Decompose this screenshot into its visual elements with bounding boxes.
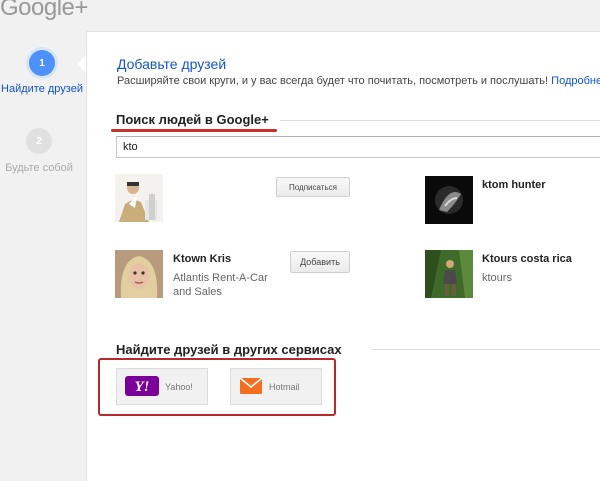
subtitle-text: Расширяйте свои круги, и у вас всегда бу…	[117, 75, 549, 87]
services-section-heading: Найдите друзей в других сервисах	[116, 342, 342, 357]
highlight-underline	[111, 129, 277, 132]
step-label-be-yourself: Будьте собой	[5, 162, 73, 174]
person-desc-3: Atlantis Rent-A-Car and Sales	[173, 272, 268, 298]
person-avatar-3[interactable]	[115, 250, 163, 298]
yahoo-button[interactable]: Y! Yahoo!	[116, 368, 208, 405]
person-name-4[interactable]: Ktours costa rica	[482, 253, 572, 265]
step-number-1: 1	[29, 50, 55, 76]
follow-button[interactable]: Подписаться	[276, 177, 350, 197]
person-desc-4: ktours	[482, 272, 512, 284]
person-name-3[interactable]: Ktown Kris	[173, 253, 231, 265]
google-plus-logo: Google+	[0, 0, 88, 21]
people-search-input[interactable]	[116, 136, 600, 158]
step-find-friends[interactable]: 1 Найдите друзей	[0, 50, 84, 95]
step-be-yourself[interactable]: 2 Будьте собой	[0, 128, 78, 174]
person-avatar-4[interactable]	[425, 250, 473, 298]
step-label-find-friends: Найдите друзей	[1, 83, 83, 95]
search-section-heading: Поиск людей в Google+	[116, 112, 269, 127]
person-avatar-2[interactable]	[425, 176, 473, 224]
person-avatar-1[interactable]	[115, 174, 163, 222]
person-name-2[interactable]: ktom hunter	[482, 179, 546, 191]
hotmail-envelope-icon	[239, 376, 263, 397]
yahoo-label: Yahoo!	[165, 381, 193, 392]
section-divider	[372, 349, 600, 350]
page-title: Добавьте друзей	[117, 56, 227, 72]
hotmail-button[interactable]: Hotmail	[230, 368, 322, 405]
section-divider	[280, 120, 600, 121]
svg-text:Y!: Y!	[135, 379, 150, 395]
panel-pointer	[77, 55, 86, 73]
step-number-2: 2	[26, 128, 52, 154]
add-button[interactable]: Добавить	[290, 251, 350, 273]
page-subtitle: Расширяйте свои круги, и у вас всегда бу…	[117, 75, 600, 87]
yahoo-icon: Y!	[125, 375, 159, 398]
hotmail-label: Hotmail	[269, 381, 300, 392]
more-link[interactable]: Подробнее	[551, 75, 600, 87]
